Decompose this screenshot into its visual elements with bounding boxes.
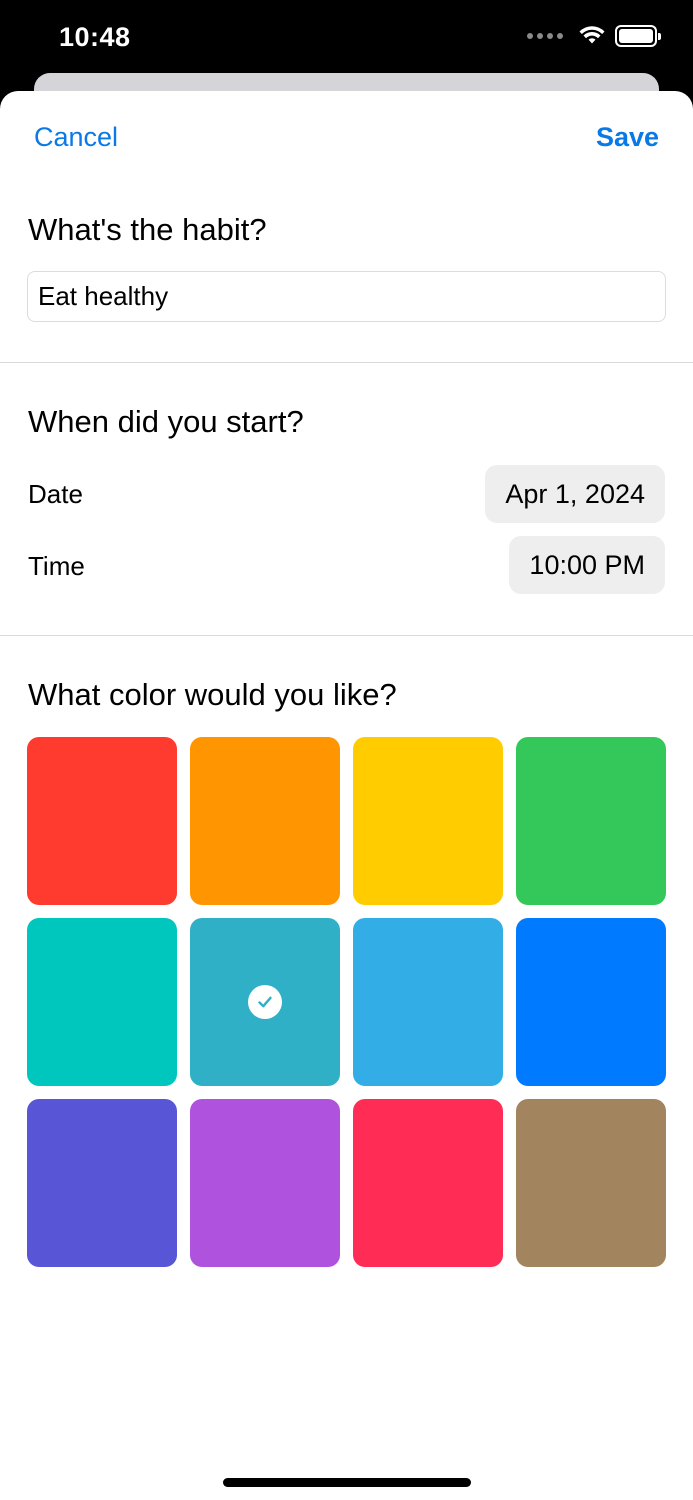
color-swatch[interactable]: [516, 918, 666, 1086]
color-swatch[interactable]: [190, 918, 340, 1086]
date-label: Date: [28, 479, 83, 509]
color-swatch[interactable]: [27, 737, 177, 905]
color-section-title: What color would you like?: [28, 677, 397, 712]
status-bar: 10:48: [0, 0, 693, 80]
divider: [0, 362, 693, 363]
cellular-signal-icon: [527, 33, 563, 39]
color-swatch[interactable]: [516, 1099, 666, 1267]
battery-icon: [615, 25, 661, 47]
color-grid: [27, 737, 666, 1267]
time-label: Time: [28, 551, 85, 581]
new-habit-sheet: Cancel Save What's the habit? When did y…: [0, 91, 693, 1500]
status-time: 10:48: [59, 22, 131, 52]
date-picker[interactable]: Apr 1, 2024: [485, 465, 665, 523]
color-swatch[interactable]: [27, 1099, 177, 1267]
wifi-icon: [579, 26, 605, 44]
home-indicator: [223, 1478, 471, 1487]
divider: [0, 635, 693, 636]
cancel-button[interactable]: Cancel: [34, 122, 118, 153]
habit-section-title: What's the habit?: [28, 212, 267, 247]
habit-name-input[interactable]: [27, 271, 666, 322]
color-swatch[interactable]: [353, 1099, 503, 1267]
color-swatch[interactable]: [27, 918, 177, 1086]
checkmark-circle-icon: [248, 985, 282, 1019]
color-swatch[interactable]: [190, 737, 340, 905]
time-picker[interactable]: 10:00 PM: [509, 536, 665, 594]
start-section-title: When did you start?: [28, 404, 304, 439]
color-swatch[interactable]: [353, 918, 503, 1086]
color-swatch[interactable]: [516, 737, 666, 905]
color-swatch[interactable]: [353, 737, 503, 905]
color-swatch[interactable]: [190, 1099, 340, 1267]
save-button[interactable]: Save: [596, 122, 659, 153]
status-icons: [527, 25, 661, 47]
